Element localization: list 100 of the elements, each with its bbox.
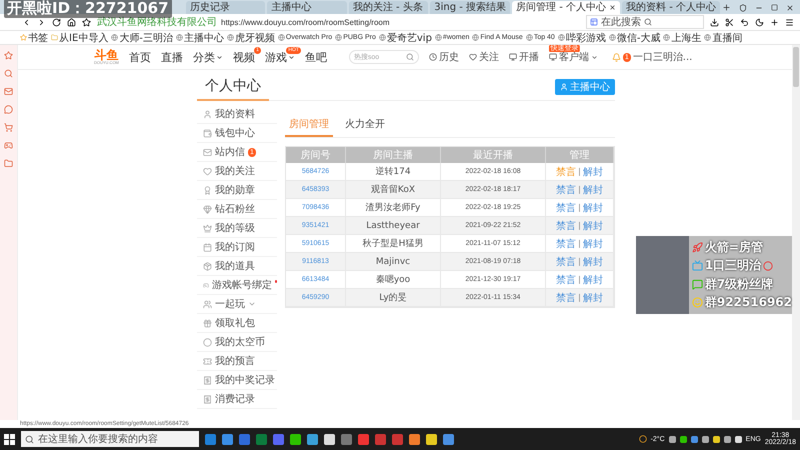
- column-header: 管理: [546, 147, 614, 163]
- menu-item[interactable]: 领取礼包: [197, 314, 277, 333]
- gift-icon: [203, 318, 212, 328]
- scissors-icon[interactable]: [725, 18, 734, 26]
- header-link[interactable]: 关注: [468, 50, 499, 64]
- tab[interactable]: 火力全开: [341, 117, 389, 137]
- mail-icon[interactable]: [4, 87, 13, 96]
- table-cell: 秋子型是H猛男: [346, 235, 441, 253]
- download-icon[interactable]: [710, 18, 719, 26]
- menu-icon[interactable]: [785, 18, 794, 26]
- nav-link[interactable]: 视频: [232, 50, 255, 64]
- header-link[interactable]: 历史: [428, 50, 459, 64]
- nav-link[interactable]: 鱼吧: [304, 50, 327, 64]
- header-link[interactable]: 客户端: [548, 50, 598, 64]
- undo-icon[interactable]: [740, 18, 749, 26]
- menu-item[interactable]: 我的订阅: [197, 238, 277, 257]
- bookmark[interactable]: 大师-三明治: [111, 30, 173, 44]
- moon-icon[interactable]: [755, 18, 764, 26]
- nav-link[interactable]: 分类: [192, 50, 223, 64]
- bookmark[interactable]: 主播中心: [176, 30, 224, 44]
- clock-icon: [428, 53, 437, 61]
- chat-icon[interactable]: [4, 105, 13, 114]
- address-bar[interactable]: 武汉斗鱼网络科技有限公司 https://www.douyu.com/room/roomSetting/room: [97, 15, 390, 29]
- menu-item[interactable]: 我的预言: [197, 352, 277, 371]
- search-field[interactable]: 在此搜索: [586, 15, 704, 29]
- bookmark[interactable]: 书签: [20, 30, 48, 44]
- restore-icon[interactable]: [771, 4, 778, 11]
- separator-text: |: [578, 167, 581, 176]
- folder-icon[interactable]: [4, 159, 13, 168]
- cart-icon[interactable]: [4, 123, 13, 132]
- taskbar-search-field[interactable]: 在这里输入你要搜索的内容: [21, 431, 199, 447]
- dropdown-caret-icon: [590, 54, 598, 60]
- search-icon[interactable]: [406, 53, 414, 61]
- browser-tab[interactable]: 历史记录: [186, 1, 266, 14]
- browser-tab[interactable]: 房间管理 - 个人中心: [512, 1, 620, 14]
- browser-tab[interactable]: 3ing - 搜索结果: [430, 1, 510, 14]
- app-icon[interactable]: [222, 434, 233, 444]
- nav-link[interactable]: 直播: [160, 50, 183, 64]
- globe-icon: [472, 34, 480, 41]
- app-icon[interactable]: [409, 434, 420, 444]
- menu-item[interactable]: 我的资料: [197, 105, 277, 124]
- browser-tab[interactable]: 我的资料 - 个人中心: [622, 1, 720, 14]
- menu-item[interactable]: 我的等级: [197, 219, 277, 238]
- scrollbar-thumb[interactable]: [793, 47, 799, 87]
- browser-tab[interactable]: 我的关注 - 头条: [348, 1, 428, 14]
- forward-icon[interactable]: [37, 18, 46, 26]
- calendar-icon: [203, 242, 212, 252]
- menu-item[interactable]: 游戏帐号绑定: [197, 276, 277, 295]
- menu-item[interactable]: 钻石粉丝: [197, 200, 277, 219]
- monitor-icon: [548, 53, 557, 61]
- separator-text: |: [578, 221, 581, 230]
- menu-item[interactable]: 我的道具: [197, 257, 277, 276]
- globe-icon: [378, 34, 386, 41]
- bookmark[interactable]: 从IE中导入: [51, 30, 108, 44]
- box-icon: [203, 262, 212, 270]
- new-tab-icon[interactable]: [722, 3, 731, 12]
- menu-item[interactable]: 我的太空币: [197, 333, 277, 352]
- shield-icon[interactable]: [739, 4, 747, 12]
- plus-icon[interactable]: [770, 18, 779, 26]
- app-icon[interactable]: [426, 434, 437, 444]
- bookmark[interactable]: 哔彩游戏: [558, 30, 606, 44]
- table-cell: Lasttheyear: [346, 217, 441, 235]
- app-icon[interactable]: [324, 434, 335, 444]
- scrollbar[interactable]: [792, 45, 800, 420]
- bookmark[interactable]: 上海生: [663, 30, 702, 44]
- page-title: 个人中心: [197, 73, 269, 101]
- close-icon[interactable]: [786, 4, 794, 12]
- menu-item[interactable]: 我的关注: [197, 162, 277, 181]
- start-icon[interactable]: [4, 434, 15, 444]
- overlay-text: 火箭=房管: [704, 238, 763, 256]
- overlay-text: 1口三明治: [704, 257, 762, 274]
- back-icon[interactable]: [22, 18, 31, 26]
- separator-text: |: [578, 203, 581, 212]
- menu-item[interactable]: 一起玩: [197, 295, 277, 314]
- bookmark[interactable]: 微信-大威: [608, 30, 660, 44]
- crown-icon: [203, 224, 212, 232]
- bookmark[interactable]: 虎牙视频: [226, 30, 275, 44]
- menu-item[interactable]: 钱包中心: [197, 124, 277, 143]
- wallet-icon: [203, 128, 212, 138]
- nav-link[interactable]: 首页: [128, 50, 151, 64]
- header-link[interactable]: 开播: [508, 50, 539, 64]
- menu-item[interactable]: 我的中奖记录: [197, 371, 277, 390]
- app-icon[interactable]: [443, 434, 454, 444]
- menu-item[interactable]: 我的勋章: [197, 181, 277, 200]
- app-icon[interactable]: [290, 434, 301, 444]
- browser-tab[interactable]: 主播中心: [267, 1, 347, 14]
- close-icon[interactable]: [609, 4, 616, 11]
- penguin-icon: [692, 297, 703, 308]
- refresh-icon[interactable]: [52, 18, 61, 26]
- star-icon[interactable]: [82, 18, 91, 26]
- app-icon[interactable]: [307, 434, 318, 444]
- home-icon[interactable]: [67, 18, 76, 26]
- bookmark[interactable]: 直播间: [704, 30, 742, 44]
- gamepad-icon[interactable]: [4, 141, 13, 150]
- bookmark[interactable]: 爱奇艺vip: [378, 30, 432, 44]
- star-icon[interactable]: [4, 51, 13, 60]
- menu-item[interactable]: 消费记录: [197, 390, 277, 409]
- column-header: 房间号: [286, 147, 346, 163]
- search-icon[interactable]: [4, 69, 13, 78]
- search-icon[interactable]: [644, 18, 652, 26]
